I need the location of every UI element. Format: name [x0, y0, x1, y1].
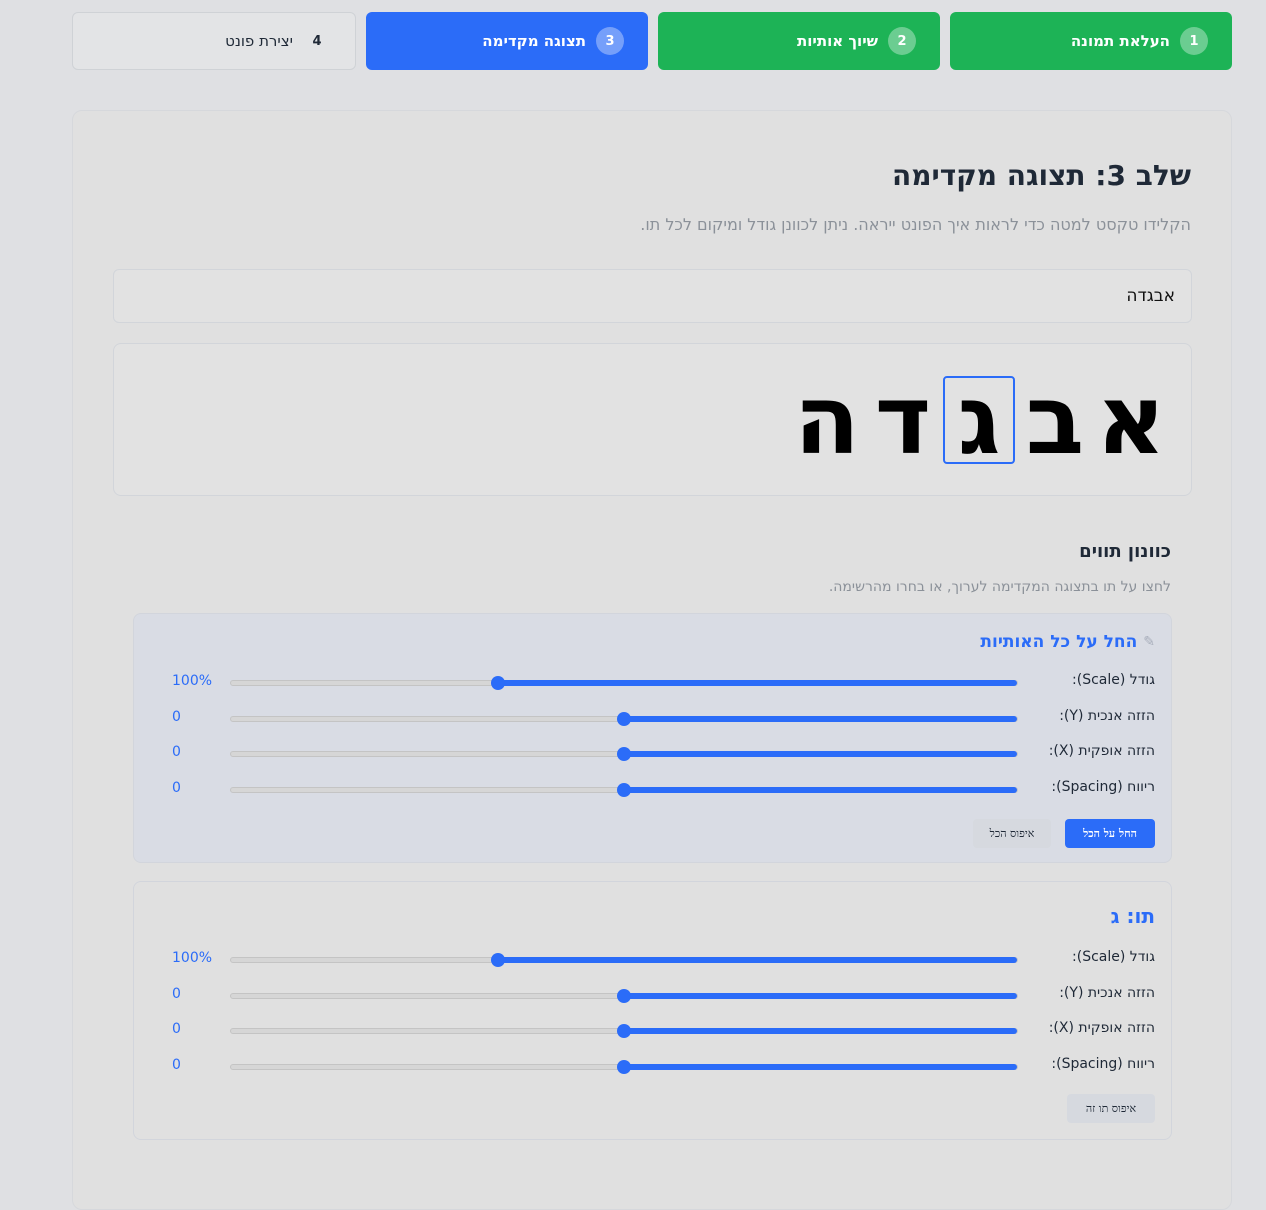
apply-all-button[interactable]: החל על הכל	[1065, 819, 1155, 848]
reset-letter-button[interactable]: איפוס תו זה	[1067, 1094, 1155, 1123]
letter-heading: תו: ג	[1111, 904, 1155, 928]
step-2[interactable]: 2 שיוך אותיות	[658, 12, 940, 70]
slider-value: 0	[172, 1021, 181, 1037]
slider-thumb[interactable]	[491, 953, 506, 967]
letter-panel: תו: ג איפוס תו זה גודל (Scale): 100% הזזה …	[133, 881, 1172, 1140]
step-label: יצירת פונט	[225, 32, 293, 50]
apply-all-heading-text: החל על כל האותיות	[980, 632, 1138, 652]
slider-fill	[498, 680, 1017, 686]
preview-glyph[interactable]: ג	[943, 372, 1015, 468]
slider-value: 0	[172, 985, 181, 1002]
slider-row: הזזה אופקית (X): 0	[150, 743, 1155, 763]
magic-wand-icon: ✎	[1143, 634, 1155, 650]
slider-thumb[interactable]	[617, 1059, 631, 1074]
slider-fill	[624, 751, 1017, 757]
step-label: שיוך אותיות	[797, 32, 878, 50]
slider-value: 0	[172, 708, 181, 725]
slider-track[interactable]	[230, 711, 1018, 726]
slider-row: ריווח (Spacing): 0	[150, 1056, 1155, 1076]
letter-heading-text: תו: ג	[1110, 904, 1155, 928]
slider-value: 0	[172, 744, 181, 760]
slider-row: הזזה אופקית (X): 0	[150, 1020, 1155, 1040]
slider-label: ריווח (Spacing):	[1051, 778, 1155, 795]
slider-thumb[interactable]	[617, 711, 631, 726]
preview-card: שלב 3: תצוגה מקדימה הקלידו טקסט למטה כדי…	[72, 110, 1232, 1210]
slider-row: הזזה אנכית (Y): 0	[150, 985, 1155, 1005]
slider-label: הזזה אופקית (X):	[1048, 1020, 1155, 1036]
slider-label: גודל (Scale):	[1072, 949, 1155, 965]
slider-value: 0	[172, 1056, 181, 1073]
step-4[interactable]: 4 יצירת פונט	[72, 12, 356, 70]
slider-thumb[interactable]	[491, 676, 506, 690]
slider-thumb[interactable]	[617, 782, 631, 797]
slider-track[interactable]	[230, 1024, 1018, 1038]
slider-label: הזזה אנכית (Y):	[1059, 707, 1155, 724]
preview-glyph[interactable]: א	[1095, 372, 1167, 468]
tuning-help-text: לחצו על תו בתצוגה המקדימה לערוך, או בחרו…	[828, 579, 1171, 595]
slider-track[interactable]	[230, 1059, 1018, 1074]
slider-fill	[624, 786, 1017, 793]
page-title: שלב 3: תצוגה מקדימה	[891, 159, 1191, 192]
step-1[interactable]: 1 העלאת תמונה	[950, 12, 1232, 70]
slider-fill	[498, 957, 1017, 963]
slider-label: הזזה אנכית (Y):	[1059, 984, 1155, 1001]
tuning-title: כוונון תווים	[1079, 541, 1171, 562]
slider-track[interactable]	[230, 782, 1018, 797]
step-number: 3	[596, 27, 624, 55]
reset-all-button[interactable]: איפוס הכל	[973, 819, 1051, 848]
step-label: תצוגה מקדימה	[482, 32, 586, 50]
page-subtitle: הקלידו טקסט למטה כדי לראות איך הפונט ייר…	[640, 215, 1191, 234]
slider-row: גודל (Scale): 100%	[150, 672, 1155, 692]
font-preview-area: אבגדה	[113, 343, 1192, 496]
slider-fill	[624, 1063, 1017, 1070]
slider-thumb[interactable]	[617, 747, 631, 761]
slider-fill	[624, 715, 1017, 722]
slider-row: הזזה אנכית (Y): 0	[150, 708, 1155, 728]
step-number: 2	[888, 27, 916, 55]
apply-all-heading: ✎ החל על כל האותיות	[980, 632, 1155, 652]
step-indicator: 1 העלאת תמונה 2 שיוך אותיות 3 תצוגה מקדי…	[72, 12, 1232, 70]
preview-glyph[interactable]: ה	[791, 372, 863, 468]
slider-row: ריווח (Spacing): 0	[150, 779, 1155, 799]
slider-thumb[interactable]	[617, 988, 631, 1003]
preview-glyph[interactable]: ב	[1019, 372, 1091, 468]
slider-fill	[624, 1028, 1017, 1034]
slider-row: גודל (Scale): 100%	[150, 949, 1155, 969]
slider-label: ריווח (Spacing):	[1051, 1055, 1155, 1072]
step-number: 1	[1180, 27, 1208, 55]
slider-track[interactable]	[230, 988, 1018, 1003]
slider-value: 0	[172, 779, 181, 796]
slider-fill	[624, 992, 1017, 999]
step-label: העלאת תמונה	[1070, 32, 1170, 50]
slider-track[interactable]	[230, 953, 1018, 967]
slider-label: גודל (Scale):	[1072, 672, 1155, 688]
slider-value: 100%	[172, 950, 213, 966]
preview-text-input[interactable]	[113, 269, 1192, 323]
slider-value: 100%	[172, 673, 213, 689]
slider-label: הזזה אופקית (X):	[1048, 743, 1155, 759]
apply-all-panel: ✎ החל על כל האותיות החל על הכל איפוס הכל…	[133, 613, 1172, 863]
slider-track[interactable]	[230, 676, 1018, 690]
slider-thumb[interactable]	[617, 1024, 631, 1038]
slider-track[interactable]	[230, 747, 1018, 761]
step-number: 4	[312, 33, 322, 49]
preview-glyph[interactable]: ד	[867, 372, 939, 468]
step-3[interactable]: 3 תצוגה מקדימה	[366, 12, 648, 70]
